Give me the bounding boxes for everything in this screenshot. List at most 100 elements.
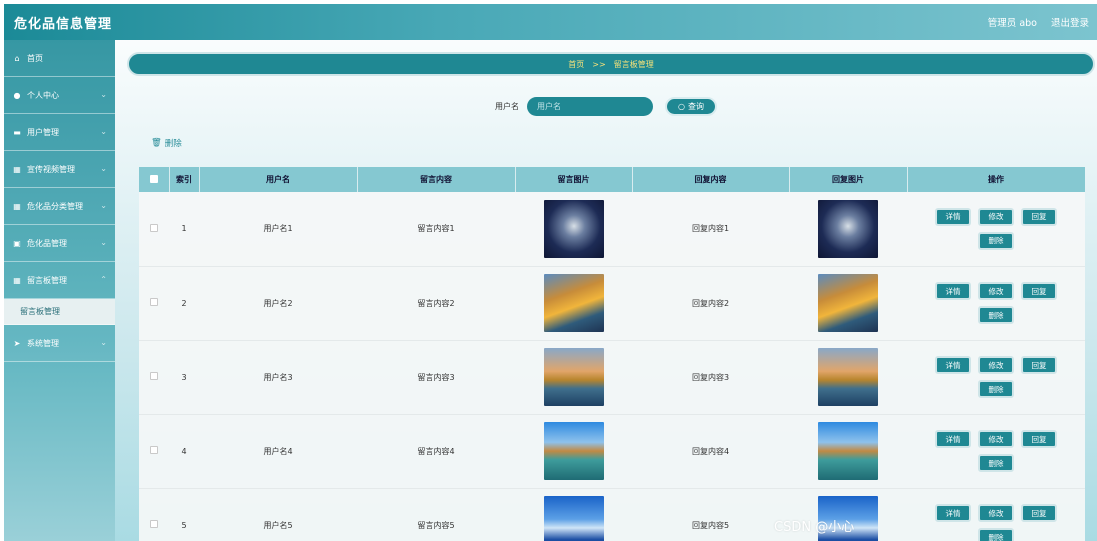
- row-message-content: 留言内容3: [357, 340, 515, 415]
- message-table: 索引 用户名 留言内容 留言图片 回复内容 回复图片 操作 1 用户名1 留言内…: [139, 167, 1085, 541]
- app-frame: 危化品信息管理 管理员 abo 退出登录 ⌂ 首页 ● 个人中心 ⌄ ▬ 用户管…: [4, 4, 1097, 541]
- reply-button[interactable]: 回复: [1021, 207, 1057, 226]
- delete-button[interactable]: 删除: [978, 231, 1014, 250]
- row-reply-content: 回复内容1: [632, 192, 789, 267]
- message-image: [543, 274, 604, 332]
- delete-button[interactable]: 删除: [978, 306, 1014, 324]
- column-header: 操作: [907, 167, 1085, 192]
- search-bar: 用户名 ○ 查询: [495, 97, 717, 116]
- logout-link[interactable]: 退出登录: [1051, 15, 1089, 29]
- reply-image: [818, 348, 878, 406]
- row-reply-content: 回复内容5: [632, 488, 789, 541]
- row-username: 用户名3: [199, 340, 357, 415]
- search-button-label: 查询: [687, 102, 704, 111]
- column-header: 回复图片: [789, 167, 908, 192]
- column-header: 留言图片: [515, 167, 633, 192]
- top-header: 危化品信息管理 管理员 abo 退出登录: [4, 4, 1097, 40]
- sidebar-item-label: 个人中心: [27, 90, 59, 100]
- detail-button[interactable]: 详情: [935, 356, 971, 374]
- row-reply-content: 回复内容2: [632, 266, 789, 341]
- row-checkbox[interactable]: [150, 520, 158, 528]
- column-header: 回复内容: [632, 167, 790, 192]
- column-header: 留言内容: [357, 167, 516, 192]
- reply-button[interactable]: 回复: [1021, 504, 1057, 522]
- table-row: 2 用户名2 留言内容2 回复内容2 详情 修改 回复 删除: [139, 266, 1085, 341]
- row-username: 用户名4: [199, 414, 357, 489]
- table-header-row: 索引 用户名 留言内容 留言图片 回复内容 回复图片 操作: [139, 167, 1085, 192]
- reply-image: [818, 199, 878, 258]
- row-message-content: 留言内容4: [357, 414, 515, 489]
- sidebar: ⌂ 首页 ● 个人中心 ⌄ ▬ 用户管理 ⌄ ▦ 宣传视频管理 ⌄ ▦ 危化品分…: [4, 40, 115, 541]
- message-image: [543, 199, 604, 258]
- row-message-content: 留言内容1: [357, 192, 515, 267]
- chevron-down-icon: ⌄: [100, 238, 107, 247]
- delete-button[interactable]: 删除: [978, 380, 1014, 398]
- breadcrumb-separator: >>: [592, 59, 606, 69]
- row-index: 1: [169, 192, 199, 267]
- sidebar-item-label: 系统管理: [27, 338, 59, 348]
- grid-icon: ▦: [13, 164, 21, 174]
- column-header: 索引: [169, 167, 200, 192]
- row-index: 3: [169, 340, 199, 415]
- row-checkbox[interactable]: [150, 223, 158, 232]
- edit-button[interactable]: 修改: [978, 504, 1014, 522]
- row-checkbox[interactable]: [150, 446, 158, 454]
- batch-delete-button[interactable]: 🗑 删除: [151, 137, 182, 149]
- monitor-icon: ▬: [13, 127, 21, 137]
- send-icon: ➤: [13, 338, 21, 348]
- delete-button[interactable]: 删除: [978, 528, 1014, 541]
- table-row: 1 用户名1 留言内容1 回复内容1 详情 修改 回复 删除: [139, 192, 1085, 267]
- chevron-down-icon: ⌄: [100, 127, 107, 136]
- message-image: [543, 422, 604, 480]
- sidebar-item-home[interactable]: ⌂ 首页: [4, 40, 115, 77]
- edit-button[interactable]: 修改: [978, 207, 1014, 226]
- main-content: 首页 >> 留言板管理 用户名 ○ 查询 🗑 删除: [115, 40, 1097, 541]
- detail-button[interactable]: 详情: [935, 282, 971, 300]
- edit-button[interactable]: 修改: [978, 282, 1014, 300]
- sidebar-item-system-management[interactable]: ➤ 系统管理 ⌄: [4, 325, 115, 362]
- detail-button[interactable]: 详情: [935, 430, 971, 448]
- csdn-watermark: CSDN @小心: [774, 520, 855, 535]
- sidebar-item-personal-center[interactable]: ● 个人中心 ⌄: [4, 77, 115, 114]
- reply-image: [818, 422, 878, 480]
- row-index: 5: [169, 488, 199, 541]
- breadcrumb: 首页 >> 留言板管理: [127, 52, 1095, 76]
- breadcrumb-home[interactable]: 首页: [568, 59, 584, 70]
- sidebar-subitem-message-board[interactable]: 留言板管理: [4, 299, 115, 325]
- reply-button[interactable]: 回复: [1021, 282, 1057, 300]
- detail-button[interactable]: 详情: [935, 207, 971, 226]
- sidebar-item-chemical-management[interactable]: ▣ 危化品管理 ⌄: [4, 225, 115, 262]
- edit-button[interactable]: 修改: [978, 430, 1014, 448]
- search-button[interactable]: ○ 查询: [665, 97, 717, 116]
- lock-icon: ▣: [13, 238, 21, 248]
- chevron-down-icon: ⌄: [100, 90, 107, 99]
- sidebar-item-label: 危化品分类管理: [27, 201, 83, 211]
- row-actions: 详情 修改 回复 删除: [931, 504, 1061, 541]
- sidebar-item-user-management[interactable]: ▬ 用户管理 ⌄: [4, 114, 115, 151]
- row-checkbox[interactable]: [150, 298, 158, 306]
- row-index: 4: [169, 414, 199, 489]
- column-header: 用户名: [199, 167, 358, 192]
- reply-button[interactable]: 回复: [1021, 430, 1057, 448]
- select-all-checkbox[interactable]: [149, 174, 158, 183]
- grid-icon: ▦: [13, 275, 21, 285]
- row-username: 用户名2: [199, 266, 357, 341]
- sidebar-item-label: 留言板管理: [27, 275, 67, 285]
- sidebar-item-label: 首页: [27, 53, 43, 63]
- app-title: 危化品信息管理: [14, 16, 113, 32]
- detail-button[interactable]: 详情: [935, 504, 971, 522]
- chevron-down-icon: ⌄: [100, 201, 107, 210]
- sidebar-item-category-management[interactable]: ▦ 危化品分类管理 ⌄: [4, 188, 115, 225]
- delete-button[interactable]: 删除: [978, 454, 1014, 472]
- sidebar-item-message-board[interactable]: ▦ 留言板管理 ⌃: [4, 262, 115, 299]
- row-actions: 详情 修改 回复 删除: [931, 207, 1061, 250]
- row-reply-content: 回复内容3: [632, 340, 789, 415]
- header-right: 管理员 abo 退出登录: [988, 15, 1089, 29]
- sidebar-item-video-management[interactable]: ▦ 宣传视频管理 ⌄: [4, 151, 115, 188]
- row-checkbox[interactable]: [150, 372, 158, 380]
- home-icon: ⌂: [14, 53, 20, 63]
- reply-button[interactable]: 回复: [1021, 356, 1057, 374]
- search-input[interactable]: [527, 97, 653, 116]
- edit-button[interactable]: 修改: [978, 356, 1014, 374]
- row-actions: 详情 修改 回复 删除: [931, 356, 1061, 398]
